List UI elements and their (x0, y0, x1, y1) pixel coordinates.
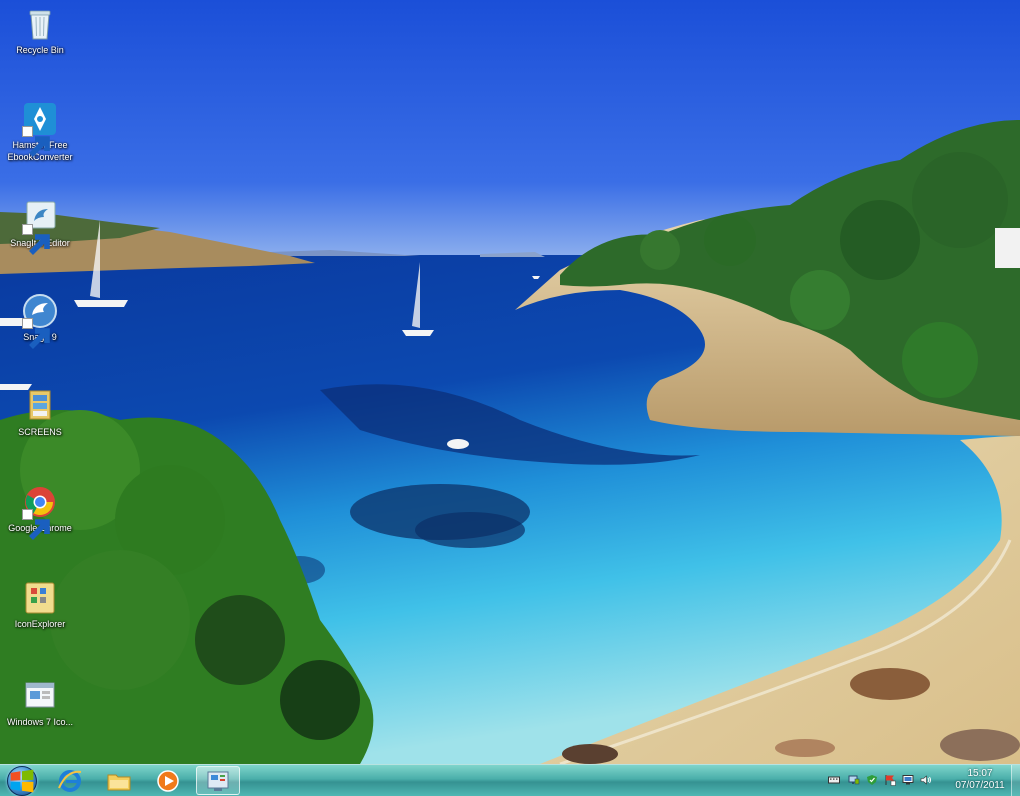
display-icon[interactable] (902, 774, 914, 786)
recycle-bin-icon (22, 6, 58, 42)
system-clock[interactable]: 15:07 07/07/2011 (950, 768, 1010, 792)
shortcut-arrow-icon (22, 509, 50, 540)
desktop-icon-label: Windows 7 Ico... (6, 717, 74, 727)
clock-time: 15:07 (967, 768, 993, 779)
keyboard-icon[interactable] (828, 774, 840, 786)
snagit-icon (22, 293, 58, 349)
windows-logo-icon (7, 765, 37, 796)
clock-date: 07/07/2011 (955, 780, 1005, 791)
windows-window-icon (22, 678, 58, 714)
shortcut-arrow-icon (22, 126, 50, 157)
folder-icon (22, 388, 58, 424)
chrome-icon (22, 484, 58, 540)
wallpaper-beach-image (0, 0, 1020, 764)
desktop-icon-label: Recycle Bin (16, 45, 64, 55)
desktop-icon-snagit-9-editor[interactable]: SnagIt 9 Editor (2, 199, 78, 255)
desktop-icon-iconexplorer[interactable]: IconExplorer (2, 580, 78, 630)
notification-area: 15:07 07/07/2011 (820, 765, 1020, 796)
desktop-icon-hamster-ebookconverter[interactable]: Hamster Free EbookConverter (2, 101, 78, 163)
media-player-icon (155, 768, 181, 794)
control-panel-icon (205, 768, 231, 794)
taskbar-windows-explorer[interactable] (97, 766, 141, 795)
show-desktop-button[interactable] (1011, 765, 1020, 796)
volume-icon[interactable] (920, 774, 932, 786)
taskbar: 15:07 07/07/2011 (0, 764, 1020, 796)
snagit-editor-icon (22, 199, 58, 255)
shortcut-arrow-icon (22, 224, 50, 255)
taskbar-media-player[interactable] (146, 766, 190, 795)
ie-icon (57, 768, 83, 794)
desktop-icon-screens[interactable]: SCREENS (2, 388, 78, 438)
desktop-icon-snagit-9[interactable]: SnagIt 9 (2, 293, 78, 349)
shortcut-arrow-icon (22, 318, 50, 349)
security-icon[interactable] (866, 774, 878, 786)
flag-icon[interactable] (884, 774, 896, 786)
desktop-background[interactable]: Recycle Bin Hamster Free EbookConverter … (0, 0, 1020, 764)
desktop-icon-label: IconExplorer (14, 619, 66, 629)
desktop-icon-windows-7[interactable]: Windows 7 Ico... (2, 678, 78, 728)
taskbar-internet-explorer[interactable] (48, 766, 92, 795)
hamster-converter-icon (22, 101, 58, 157)
iconexplorer-icon (22, 580, 58, 616)
network-icon[interactable] (848, 774, 860, 786)
desktop-icon-google-chrome[interactable]: Google Chrome (2, 484, 78, 540)
folder-icon (106, 768, 132, 794)
start-button[interactable] (2, 765, 42, 796)
desktop-icon-label: SCREENS (18, 427, 62, 437)
taskbar-control-panel[interactable] (196, 766, 240, 795)
desktop-icon-recycle-bin[interactable]: Recycle Bin (2, 6, 78, 56)
